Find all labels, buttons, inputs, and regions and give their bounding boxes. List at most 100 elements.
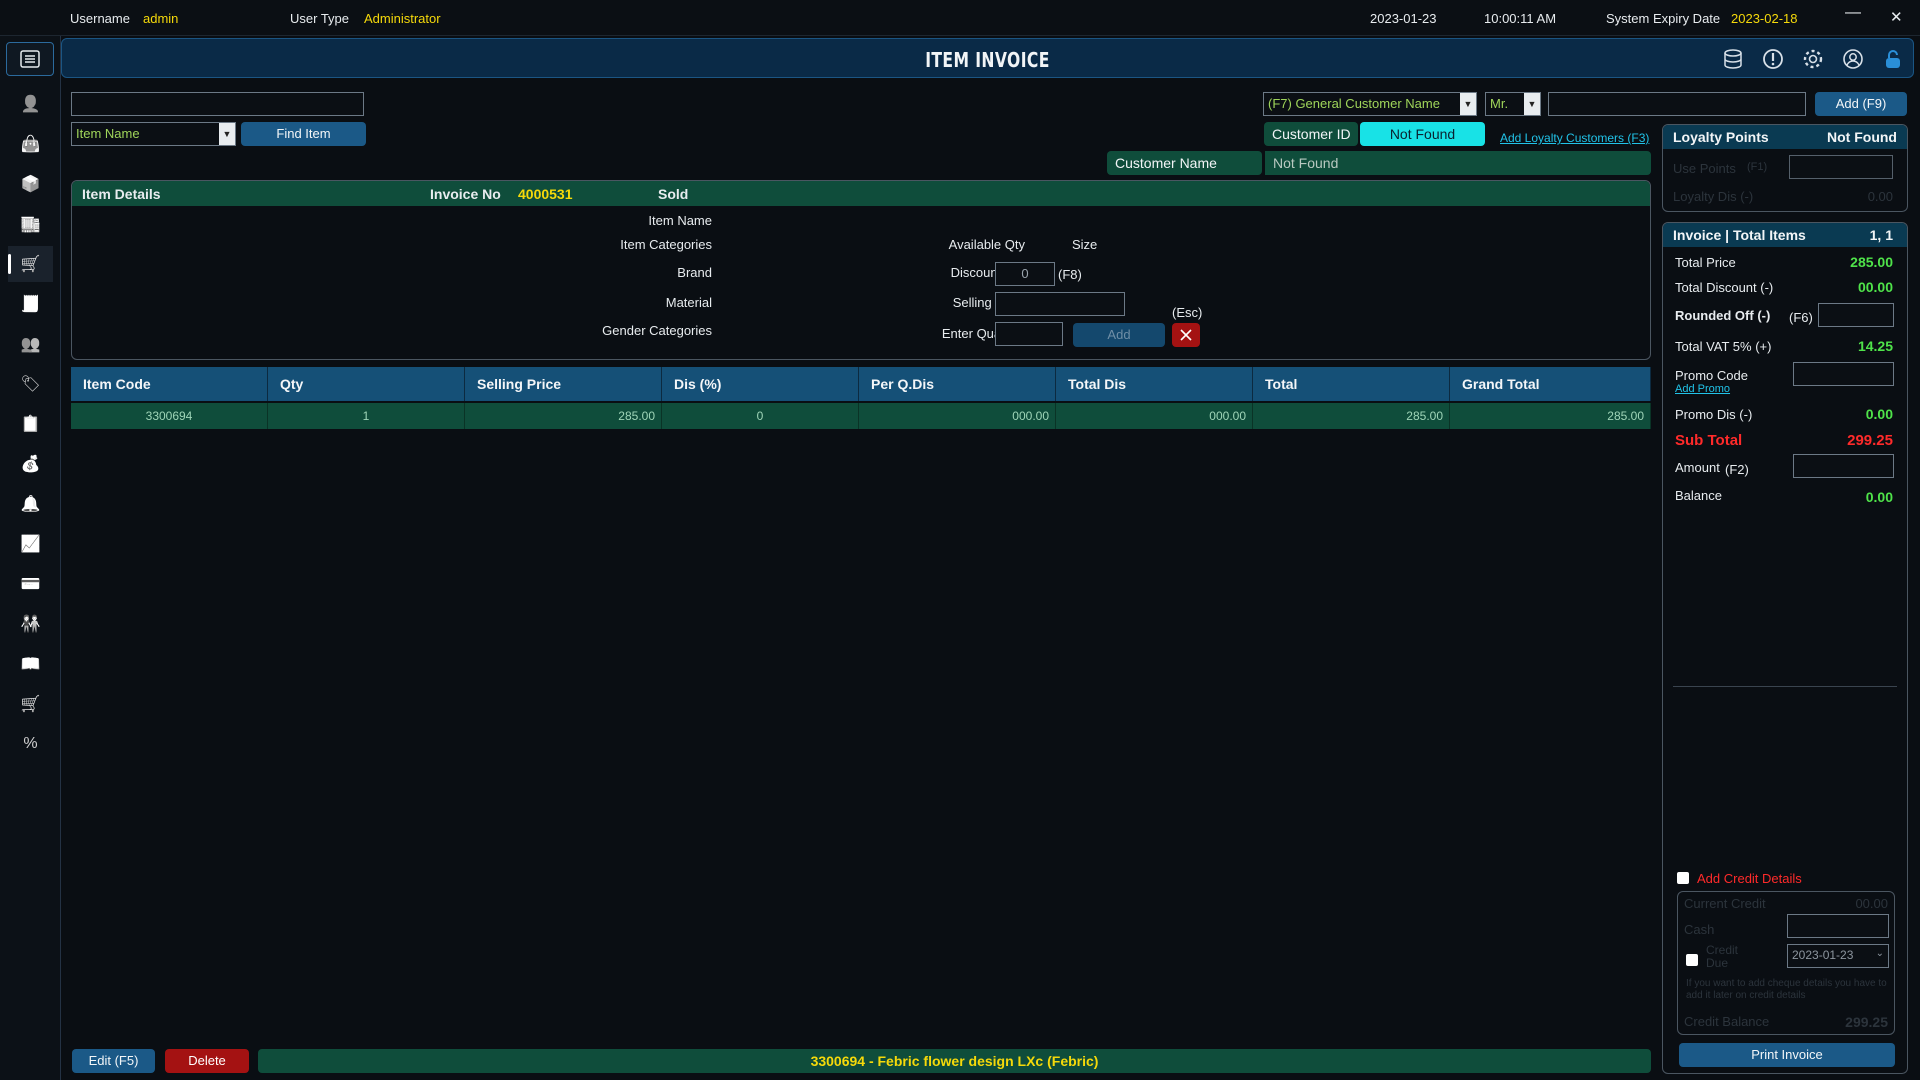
lock-icon[interactable] xyxy=(1880,46,1906,72)
sidebar-item-customers[interactable]: 👥 xyxy=(8,326,53,362)
sidebar-item-tag[interactable]: 🏷 xyxy=(8,366,53,402)
page-title: ITEM INVOICE xyxy=(925,48,1050,72)
card-icon: 💳 xyxy=(20,576,41,593)
barcode-input[interactable] xyxy=(71,92,364,116)
sidebar-item-bell[interactable]: 🔔 xyxy=(8,486,53,522)
customer-name-input[interactable] xyxy=(1548,92,1806,116)
rounded-off-shortcut: (F6) xyxy=(1789,310,1813,325)
current-credit-label: Current Credit xyxy=(1684,896,1766,911)
current-time: 10:00:11 AM xyxy=(1484,11,1557,26)
column-header[interactable]: Selling Price xyxy=(465,367,662,401)
column-header[interactable]: Dis (%) xyxy=(662,367,859,401)
sidebar-item-trolley[interactable]: 🛒 xyxy=(8,686,53,722)
cash-input[interactable] xyxy=(1787,914,1889,938)
add-loyalty-customers-link[interactable]: Add Loyalty Customers (F3) xyxy=(1500,131,1649,145)
sidebar-item-box[interactable]: 📦 xyxy=(8,166,53,202)
find-item-button[interactable]: Find Item xyxy=(241,122,366,146)
invoice-no-label: Invoice No xyxy=(430,186,501,202)
database-icon[interactable] xyxy=(1720,46,1746,72)
sub-total-label: Sub Total xyxy=(1675,432,1743,449)
cell-total: 285.00 xyxy=(1253,403,1450,429)
sidebar-item-receipt[interactable]: 🧾 xyxy=(8,286,53,322)
current-credit-value: 00.00 xyxy=(1855,896,1888,911)
promo-code-input[interactable] xyxy=(1793,362,1894,386)
column-header[interactable]: Grand Total xyxy=(1450,367,1651,401)
user-profile-icon[interactable] xyxy=(1840,46,1866,72)
sidebar-item-money-bag[interactable]: 💰 xyxy=(8,446,53,482)
due-date-picker[interactable]: 2023-01-23 ⌄ xyxy=(1787,944,1889,968)
edit-button[interactable]: Edit (F5) xyxy=(72,1049,155,1073)
item-search-select-value: Item Name xyxy=(76,126,140,141)
sub-total-value: 299.25 xyxy=(1847,432,1893,449)
cell-selling-price: 285.00 xyxy=(465,403,662,429)
delete-button[interactable]: Delete xyxy=(165,1049,249,1073)
total-price-value: 285.00 xyxy=(1850,254,1893,270)
column-header[interactable]: Total Dis xyxy=(1056,367,1253,401)
item-search-select[interactable]: Item Name ▼ xyxy=(71,122,236,146)
column-header[interactable]: Item Code xyxy=(71,367,268,401)
rounded-off-input[interactable] xyxy=(1818,303,1894,327)
sidebar-item-team[interactable]: 👫 xyxy=(8,606,53,642)
sidebar-item-report[interactable]: 📋 xyxy=(8,406,53,442)
sidebar-item-percent[interactable]: % xyxy=(8,726,53,762)
selling-price-input[interactable] xyxy=(995,292,1125,316)
minimize-button[interactable]: — xyxy=(1845,4,1861,22)
summary-title: Invoice | Total Items xyxy=(1673,227,1806,243)
discount-shortcut: (F8) xyxy=(1058,267,1082,282)
print-invoice-button[interactable]: Print Invoice xyxy=(1679,1043,1895,1067)
column-header[interactable]: Qty xyxy=(268,367,465,401)
quantity-input[interactable] xyxy=(995,322,1063,346)
invoice-table-header: Item Code Qty Selling Price Dis (%) Per Q.Di… xyxy=(71,367,1651,401)
column-header[interactable]: Total xyxy=(1253,367,1450,401)
credit-due-checkbox[interactable] xyxy=(1686,954,1698,966)
customer-name-select-value: (F7) General Customer Name xyxy=(1268,96,1440,111)
sidebar-item-card[interactable]: 💳 xyxy=(8,566,53,602)
discount-input[interactable]: 0 xyxy=(995,262,1055,286)
bell-icon: 🔔 xyxy=(20,496,41,513)
alert-icon[interactable] xyxy=(1760,46,1786,72)
use-points-shortcut: (F1) xyxy=(1747,161,1768,173)
sidebar-item-warehouse[interactable]: 🏬 xyxy=(8,206,53,242)
amount-shortcut: (F2) xyxy=(1725,462,1749,477)
sidebar-item-book[interactable]: 📖 xyxy=(8,646,53,682)
box-icon: 📦 xyxy=(20,176,41,193)
due-date-value: 2023-01-23 xyxy=(1792,948,1854,962)
close-icon xyxy=(1180,329,1192,341)
menu-button[interactable] xyxy=(6,42,54,76)
amount-label: Amount xyxy=(1675,460,1720,475)
sidebar-item-user[interactable]: 👤 xyxy=(8,86,53,122)
add-customer-button[interactable]: Add (F9) xyxy=(1815,92,1907,116)
add-credit-checkbox[interactable] xyxy=(1677,872,1689,884)
balance-value: 0.00 xyxy=(1865,489,1893,505)
amount-input[interactable] xyxy=(1793,454,1894,478)
add-promo-link[interactable]: Add Promo xyxy=(1675,383,1730,395)
usertype-label: User Type xyxy=(290,11,350,26)
trolley-icon: 🛒 xyxy=(20,696,41,713)
title-select[interactable]: Mr. ▼ xyxy=(1485,92,1541,116)
customer-name-select[interactable]: (F7) General Customer Name ▼ xyxy=(1263,92,1477,116)
sidebar-item-bag[interactable]: 👜 xyxy=(8,126,53,162)
loyalty-header: Loyalty Points Not Found xyxy=(1663,125,1907,149)
add-credit-label: Add Credit Details xyxy=(1697,871,1802,886)
add-item-button[interactable]: Add xyxy=(1073,323,1165,347)
clear-button[interactable] xyxy=(1172,323,1200,347)
use-points-input[interactable] xyxy=(1789,155,1893,179)
balance-label: Balance xyxy=(1675,488,1722,503)
customer-name-label: Customer Name xyxy=(1107,151,1262,175)
promo-code-label: Promo Code xyxy=(1675,368,1748,383)
column-header[interactable]: Per Q.Dis xyxy=(859,367,1056,401)
total-items: 1, 1 xyxy=(1869,227,1893,243)
close-button[interactable]: ✕ xyxy=(1890,8,1903,26)
cell-dis: 0 xyxy=(662,403,859,429)
sidebar-item-cart[interactable]: 🛒 xyxy=(8,246,53,282)
sidebar-item-chart[interactable]: 📈 xyxy=(8,526,53,562)
cell-per-q-dis: 000.00 xyxy=(859,403,1056,429)
item-details-title: Item Details xyxy=(82,186,161,202)
bag-icon: 👜 xyxy=(20,136,41,153)
book-icon: 📖 xyxy=(20,656,41,673)
gear-icon[interactable] xyxy=(1800,46,1826,72)
table-row[interactable]: 3300694 1 285.00 0 000.00 000.00 285.00 285.00 xyxy=(71,403,1651,429)
available-qty-label: Available Qty xyxy=(948,237,1025,252)
expiry-value: 2023-02-18 xyxy=(1731,11,1798,26)
credit-balance-label: Credit Balance xyxy=(1684,1014,1770,1029)
